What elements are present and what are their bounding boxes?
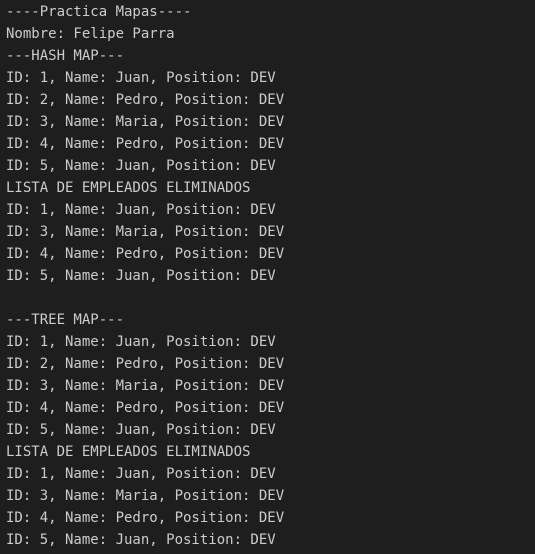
output-line: ID: 5, Name: Juan, Position: DEV (6, 158, 276, 174)
output-line: ID: 5, Name: Juan, Position: DEV (6, 422, 276, 438)
output-line: ID: 4, Name: Pedro, Position: DEV (6, 510, 285, 526)
output-line: ID: 1, Name: Juan, Position: DEV (6, 466, 276, 482)
output-line: ID: 5, Name: Juan, Position: DEV (6, 268, 276, 284)
output-line: ID: 4, Name: Pedro, Position: DEV (6, 246, 285, 262)
section-title-tree-map: ---TREE MAP--- (6, 312, 125, 328)
output-line: ID: 3, Name: Maria, Position: DEV (6, 378, 285, 394)
output-line: ID: 3, Name: Maria, Position: DEV (6, 114, 285, 130)
output-line: ID: 5, Name: Juan, Position: DEV (6, 532, 276, 548)
output-line: ID: 1, Name: Juan, Position: DEV (6, 202, 276, 218)
output-line: ID: 2, Name: Pedro, Position: DEV (6, 356, 285, 372)
output-line: ID: 2, Name: Pedro, Position: DEV (6, 92, 285, 108)
output-line: ID: 3, Name: Maria, Position: DEV (6, 488, 285, 504)
output-line: ID: 4, Name: Pedro, Position: DEV (6, 136, 285, 152)
header-line: ----Practica Mapas---- (6, 4, 192, 20)
removed-list-title: LISTA DE EMPLEADOS ELIMINADOS (6, 180, 251, 196)
output-line: ID: 1, Name: Juan, Position: DEV (6, 70, 276, 86)
section-title-hash-map: ---HASH MAP--- (6, 48, 125, 64)
output-line: ID: 1, Name: Juan, Position: DEV (6, 334, 276, 350)
removed-list-title: LISTA DE EMPLEADOS ELIMINADOS (6, 444, 251, 460)
output-line: ID: 3, Name: Maria, Position: DEV (6, 224, 285, 240)
output-line: ID: 4, Name: Pedro, Position: DEV (6, 400, 285, 416)
author-line: Nombre: Felipe Parra (6, 26, 175, 42)
terminal-output[interactable]: ----Practica Mapas---- Nombre: Felipe Pa… (0, 0, 535, 554)
